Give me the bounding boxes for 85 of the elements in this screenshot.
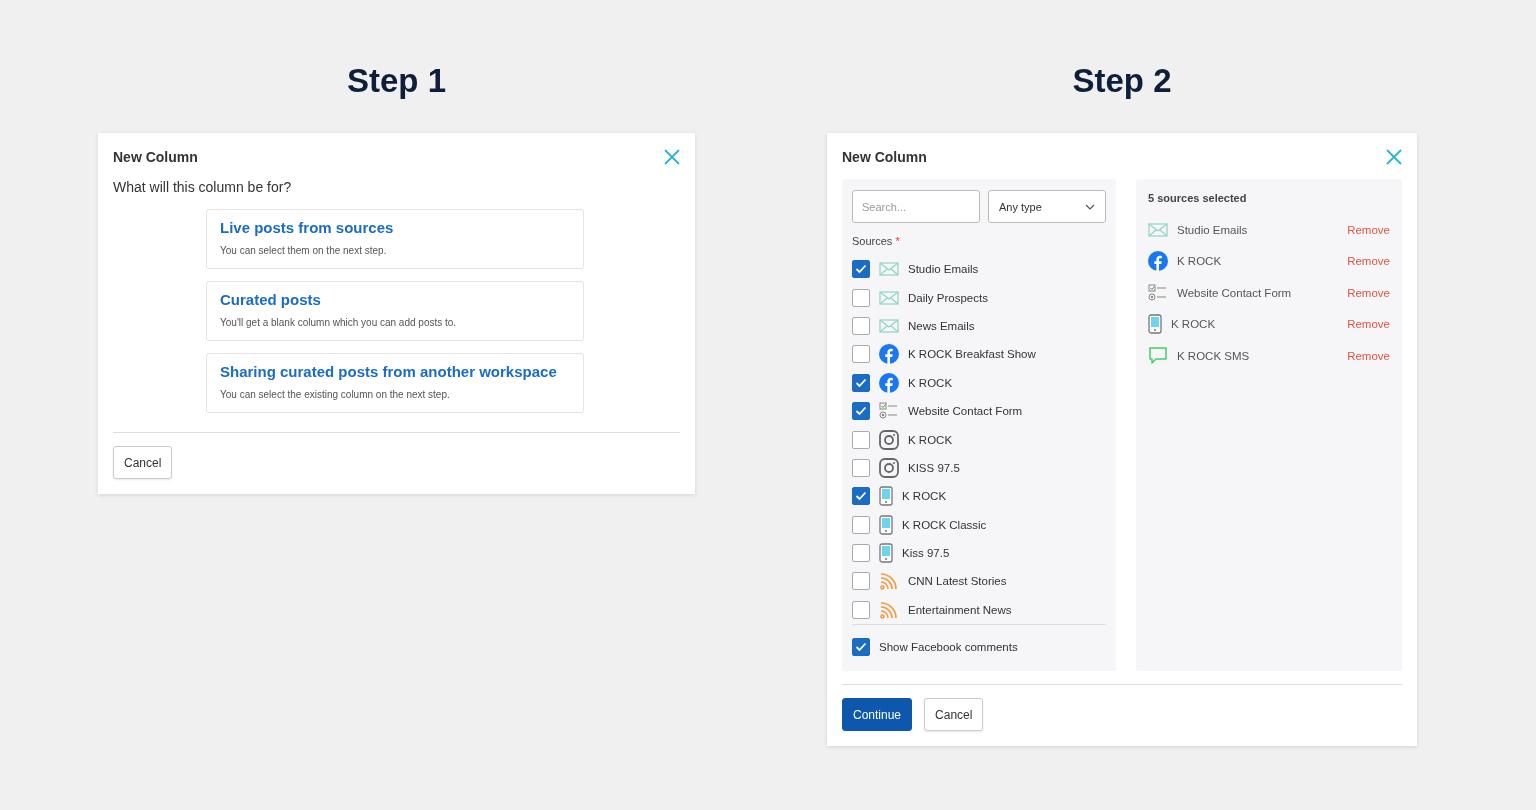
search-field[interactable]: Search... [852,190,980,223]
option-card[interactable]: Sharing curated posts from another workspace You can select the existing column on the next step. [206,353,584,413]
option-card[interactable]: Curated posts You'll get a blank column which you can add posts to. [206,281,584,341]
source-name: K ROCK [1171,318,1217,331]
source-name: K ROCK [902,490,947,503]
step-heading: Step 2 [1072,62,1172,100]
source-name: KISS 97.5 [908,461,960,474]
remove-link[interactable]: Remove [1347,349,1390,362]
source-name: CNN Latest Stories [908,575,1007,588]
checkbox[interactable] [852,373,870,392]
phone-icon [1148,314,1162,335]
source-name: Website Contact Form [908,405,1023,418]
phone-icon [879,514,893,535]
close-button[interactable] [664,149,680,165]
rss-icon [879,599,899,620]
check-icon [855,491,867,502]
source-name: Studio Emails [1177,223,1249,236]
phone-icon [879,486,893,507]
remove-link[interactable]: Remove [1347,223,1390,236]
checkbox-label: Show Facebook comments [879,641,1018,654]
type-dropdown[interactable]: Any type [988,190,1106,223]
checkbox[interactable] [852,544,870,563]
rss-icon [879,571,899,592]
remove-link[interactable]: Remove [1347,286,1390,299]
selected-count: 5 sources selected [1148,192,1248,204]
form-icon [879,402,899,421]
form-icon [1148,283,1168,302]
cancel-button[interactable]: Cancel [924,698,984,732]
check-icon [855,406,867,417]
option-title: Live posts from sources [220,219,395,236]
checkbox[interactable] [852,600,870,619]
source-name: Entertainment News [908,603,1012,616]
checkbox[interactable] [852,288,870,307]
dialog-title: New Column [113,149,198,165]
option-description: You'll get a blank column which you can add posts to. [220,317,458,328]
checkbox[interactable] [852,487,870,506]
checkbox[interactable] [852,402,870,421]
source-name: Daily Prospects [908,291,988,304]
envelope-icon [879,318,899,333]
check-icon [855,264,867,275]
continue-button[interactable]: Continue [842,698,913,732]
source-name: K ROCK [1177,255,1223,268]
camera-icon [879,457,899,478]
facebook-icon [879,372,899,393]
checkbox[interactable] [852,515,870,534]
source-name: Studio Emails [908,263,979,276]
option-description: You can select the existing column on the next step. [220,389,451,400]
option-title: Curated posts [220,291,322,308]
checkbox[interactable] [852,458,870,477]
facebook-icon [879,344,899,365]
option-card[interactable]: Live posts from sources You can select them on the next step. [206,209,584,269]
source-name: K ROCK Breakfast Show [908,348,1036,361]
step-heading: Step 1 [346,62,446,100]
chat-bubble-icon [1148,345,1168,366]
cancel-button[interactable]: Cancel [113,446,173,479]
facebook-icon [1148,251,1168,272]
source-name: Kiss 97.5 [902,547,950,560]
checkbox[interactable] [852,430,870,449]
source-name: K ROCK SMS [1177,349,1251,362]
sources-label: Sources * [852,235,901,247]
dialog-title: New Column [842,149,927,165]
envelope-icon [879,290,899,305]
check-icon [855,642,867,653]
checkbox[interactable] [852,260,870,279]
checkbox[interactable] [852,572,870,591]
phone-icon [879,543,893,564]
envelope-icon [1148,222,1168,237]
checkbox[interactable] [852,638,870,657]
source-name: K ROCK [908,433,953,446]
check-icon [855,377,867,388]
camera-icon [879,429,899,450]
checkbox[interactable] [852,316,870,335]
source-name: K ROCK [908,376,953,389]
chevron-icon [1085,203,1095,210]
source-name: Website Contact Form [1177,286,1293,299]
source-name: K ROCK Classic [902,518,987,531]
remove-link[interactable]: Remove [1347,318,1390,331]
question-text: What will this column be for? [113,179,293,195]
source-name: News Emails [908,319,975,332]
envelope-icon [879,262,899,277]
close-button[interactable] [1386,149,1402,165]
checkbox[interactable] [852,345,870,364]
option-title: Sharing curated posts from another workspace [220,363,558,380]
option-description: You can select them on the next step. [220,245,388,256]
remove-link[interactable]: Remove [1347,255,1390,268]
